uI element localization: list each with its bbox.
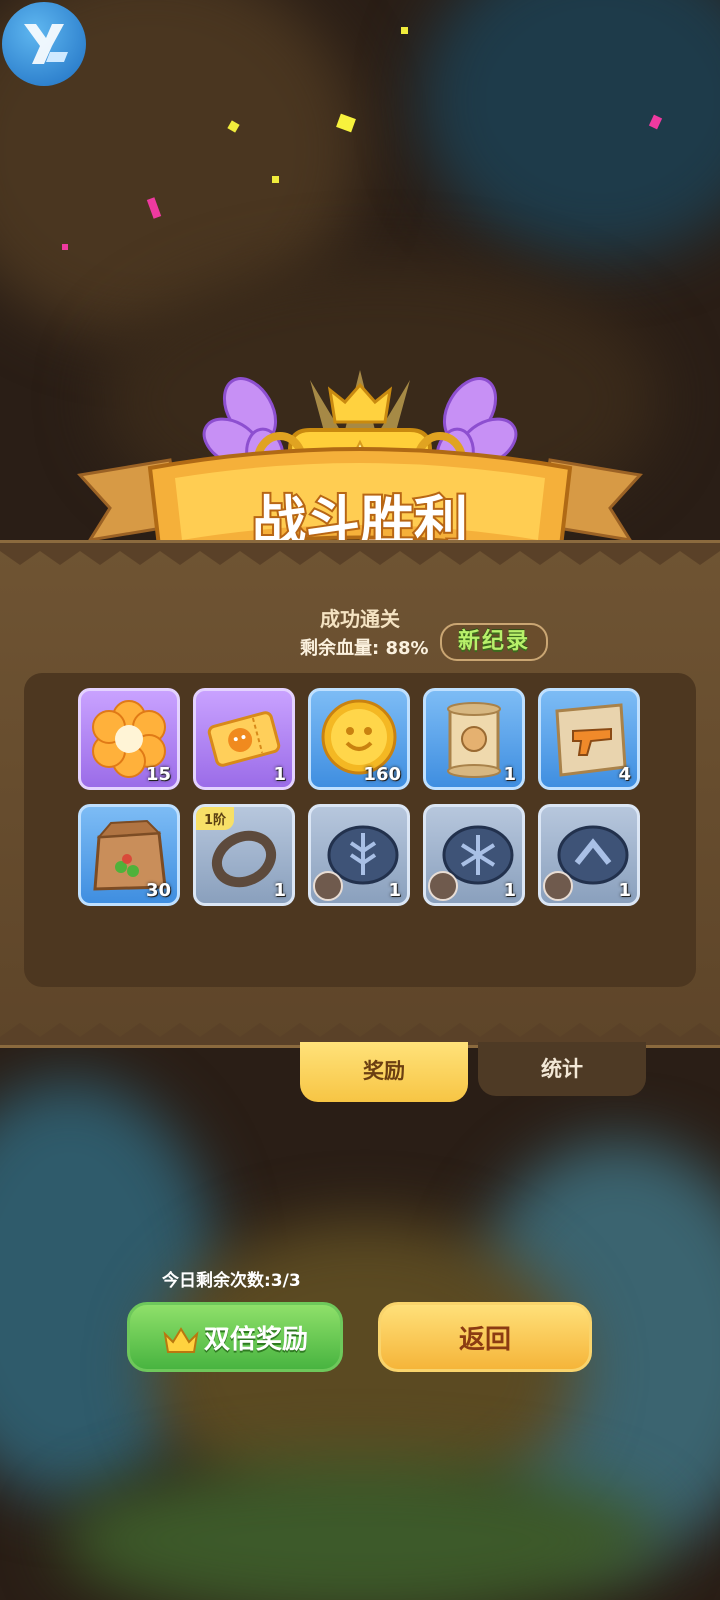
reward-item[interactable]: 1 xyxy=(193,688,295,790)
new-record-badge: 新纪录 xyxy=(440,623,548,661)
reward-item[interactable]: 1 xyxy=(423,804,525,906)
boots-slot-icon xyxy=(428,871,458,901)
reward-item[interactable]: 4 xyxy=(538,688,640,790)
reward-item[interactable]: 160 xyxy=(308,688,410,790)
confetti xyxy=(401,27,408,34)
item-count: 1 xyxy=(503,880,516,901)
app-logo xyxy=(2,2,86,86)
item-count: 1 xyxy=(618,880,631,901)
remaining-times: 今日剩余次数:3/3 xyxy=(162,1271,301,1291)
double-reward-label: 双倍奖励 xyxy=(203,1325,308,1355)
reward-item[interactable]: 1 xyxy=(538,804,640,906)
item-count: 15 xyxy=(145,764,171,785)
crown-icon xyxy=(163,1326,199,1353)
reward-item[interactable]: 15 xyxy=(78,688,180,790)
double-reward-button[interactable]: 双倍奖励 xyxy=(127,1302,343,1372)
back-button[interactable]: 返回 xyxy=(378,1302,592,1372)
confetti xyxy=(272,176,279,183)
item-count: 1 xyxy=(273,764,286,785)
result-subtitle: 成功通关 xyxy=(320,607,400,631)
reward-item[interactable]: 1 xyxy=(423,688,525,790)
confetti xyxy=(62,244,68,250)
tab-stats[interactable]: 统计 xyxy=(478,1042,646,1096)
item-count: 160 xyxy=(363,764,401,785)
armor-slot-icon xyxy=(313,871,343,901)
reward-item[interactable]: 30 xyxy=(78,804,180,906)
reward-item[interactable]: 1阶 1 xyxy=(193,804,295,906)
tier-badge: 1阶 xyxy=(196,807,235,830)
tab-rewards[interactable]: 奖励 xyxy=(300,1042,468,1102)
item-count: 1 xyxy=(503,764,516,785)
item-count: 4 xyxy=(618,764,631,785)
hp-value: 88% xyxy=(385,638,429,659)
reward-item[interactable]: 1 xyxy=(308,804,410,906)
ring-slot-icon xyxy=(543,871,573,901)
item-count: 1 xyxy=(388,880,401,901)
item-count: 30 xyxy=(145,880,171,901)
hp-label: 剩余血量: xyxy=(300,638,380,659)
remaining-hp: 剩余血量: 88% xyxy=(300,634,429,660)
item-count: 1 xyxy=(273,880,286,901)
